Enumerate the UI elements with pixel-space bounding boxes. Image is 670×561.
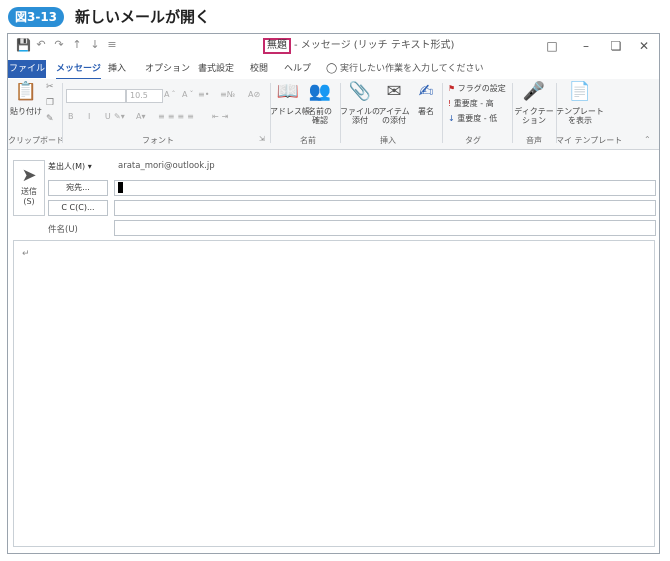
close-icon[interactable]: ✕ [628,36,659,56]
send-arrow-icon: ➤ [21,165,37,186]
clear-format-icon[interactable]: A⊘ [248,89,260,101]
paste-icon[interactable]: 📋 [14,81,38,102]
align-icons[interactable]: ≡≡≡≡ [158,111,197,123]
redo-icon[interactable]: ↷ [52,38,66,52]
copy-icon[interactable]: ❐ [46,98,54,108]
collapse-ribbon-icon[interactable]: ⌃ [644,135,651,144]
group-insert: 挿入 [380,136,396,145]
send-button[interactable]: ➤ 送信 (S) [13,160,45,216]
ribbon-display-icon[interactable]: □ [536,36,568,56]
check-names-icon[interactable]: 👥 [308,81,332,102]
up-icon[interactable]: ↑ [70,38,84,52]
bold-italic-underline-icons[interactable]: B I U [68,111,117,123]
follow-up-button[interactable]: ⚑ フラグの設定 [448,84,506,93]
format-painter-icon[interactable]: ✎ [46,114,54,124]
address-book-label[interactable]: アドレス帳 [270,107,310,116]
font-name-box[interactable] [66,89,126,103]
tab-format[interactable]: 書式設定 [198,60,234,78]
from-address: arata_mori@outlook.jp [118,161,215,171]
group-voice: 音声 [526,136,542,145]
to-button[interactable]: 宛先... [48,180,108,196]
cc-button[interactable]: C C(C)... [48,200,108,216]
follow-up-label: フラグの設定 [457,84,506,93]
attach-item-label[interactable]: アイテムの添付 [376,107,412,125]
separator [512,83,513,143]
paste-label[interactable]: 貼り付け [8,107,44,116]
cc-input[interactable] [114,200,656,216]
attach-file-label[interactable]: ファイルの添付 [340,107,380,125]
tab-message[interactable]: メッセージ [56,60,101,80]
dictate-label[interactable]: ディクテーション [514,107,554,125]
check-names-label[interactable]: 名前の確認 [305,107,335,125]
message-body[interactable]: ↵ [13,240,655,547]
down-icon[interactable]: ↓ [88,38,102,52]
tab-review[interactable]: 校閲 [250,60,268,78]
send-label: 送信 (S) [21,187,37,206]
attach-item-icon[interactable]: ✉ [382,81,406,102]
group-clipboard: クリップボード [8,136,64,145]
font-size-box[interactable]: 10.5 [126,89,163,103]
window-title: 無題 - メッセージ (リッチ テキスト形式) [263,38,454,54]
microphone-icon[interactable]: 🎤 [522,81,546,102]
signature-icon[interactable]: ✍ [414,81,438,102]
from-label: 差出人(M) [48,162,86,171]
flag-icon: ⚑ [448,84,456,93]
tell-me-search[interactable]: 実行したい作業を入力してください [340,60,483,78]
title-rest: - メッセージ (リッチ テキスト形式) [294,40,455,51]
low-importance-button[interactable]: ↓ 重要度 - 低 [448,114,497,123]
highlight-color-icon[interactable]: ✎▾ [114,111,125,123]
low-importance-label: 重要度 - 低 [457,114,498,123]
cut-icon[interactable]: ✂ [46,82,54,92]
minimize-icon[interactable]: – [570,36,602,56]
group-font: フォント [142,136,174,145]
font-color-icon[interactable]: A▾ [136,111,146,123]
tab-options[interactable]: オプション [145,60,190,78]
figure-title: 新しいメールが開く [75,8,211,26]
title-highlight: 無題 [263,38,291,54]
tab-insert[interactable]: 挿入 [108,60,126,78]
from-button[interactable]: 差出人(M) ▾ [48,160,104,174]
tab-file[interactable]: ファイル [8,60,46,78]
paragraph-mark: ↵ [22,249,30,259]
group-tags: タグ [465,136,481,145]
ribbon: 📋 貼り付け ✂ ❐ ✎ クリップボード 10.5 Aˆ Aˇ ≡• ≡№ A⊘… [8,79,659,150]
subject-input[interactable] [114,220,656,236]
undo-icon[interactable]: ↶ [34,38,48,52]
separator [62,83,63,143]
address-book-icon[interactable]: 📖 [276,81,300,102]
text-cursor [118,182,123,193]
separator [442,83,443,143]
arrow-down-icon: ↓ [448,114,455,123]
high-importance-label: 重要度 - 高 [453,99,494,108]
exclamation-icon: ! [448,99,452,108]
high-importance-button[interactable]: ! 重要度 - 高 [448,99,494,108]
group-names: 名前 [300,136,316,145]
title-bar: 💾 ↶ ↷ ↑ ↓ ≡ 無題 - メッセージ (リッチ テキスト形式) □ – ❏… [8,34,659,58]
save-icon[interactable]: 💾 [16,38,31,52]
customize-icon[interactable]: ≡ [105,38,119,52]
lightbulb-icon: ◯ [326,63,338,74]
indent-icons[interactable]: ⇤⇥ [212,111,231,123]
to-input[interactable] [114,180,656,196]
numbering-icon[interactable]: ≡№ [220,89,235,101]
signature-label[interactable]: 署名 [412,107,440,116]
font-grow-shrink-icons[interactable]: Aˆ Aˇ [164,89,196,101]
subject-label: 件名(U) [48,225,78,235]
figure-number-badge: 図3-13 [8,7,64,27]
group-templates: マイ テンプレート [556,136,623,145]
chevron-down-icon: ▾ [87,162,92,171]
attach-file-icon[interactable]: 📎 [348,81,372,102]
bullets-icon[interactable]: ≡• [198,89,209,101]
view-templates-label[interactable]: テンプレートを表示 [556,107,604,125]
font-dialog-launcher-icon[interactable]: ⇲ [259,135,265,143]
ribbon-tabs: ファイル メッセージ 挿入 オプション 書式設定 校閲 ヘルプ ◯ 実行したい作… [8,60,659,80]
tab-help[interactable]: ヘルプ [284,60,311,78]
outlook-compose-window: 💾 ↶ ↷ ↑ ↓ ≡ 無題 - メッセージ (リッチ テキスト形式) □ – ❏… [7,33,660,554]
template-icon[interactable]: 📄 [568,81,592,102]
